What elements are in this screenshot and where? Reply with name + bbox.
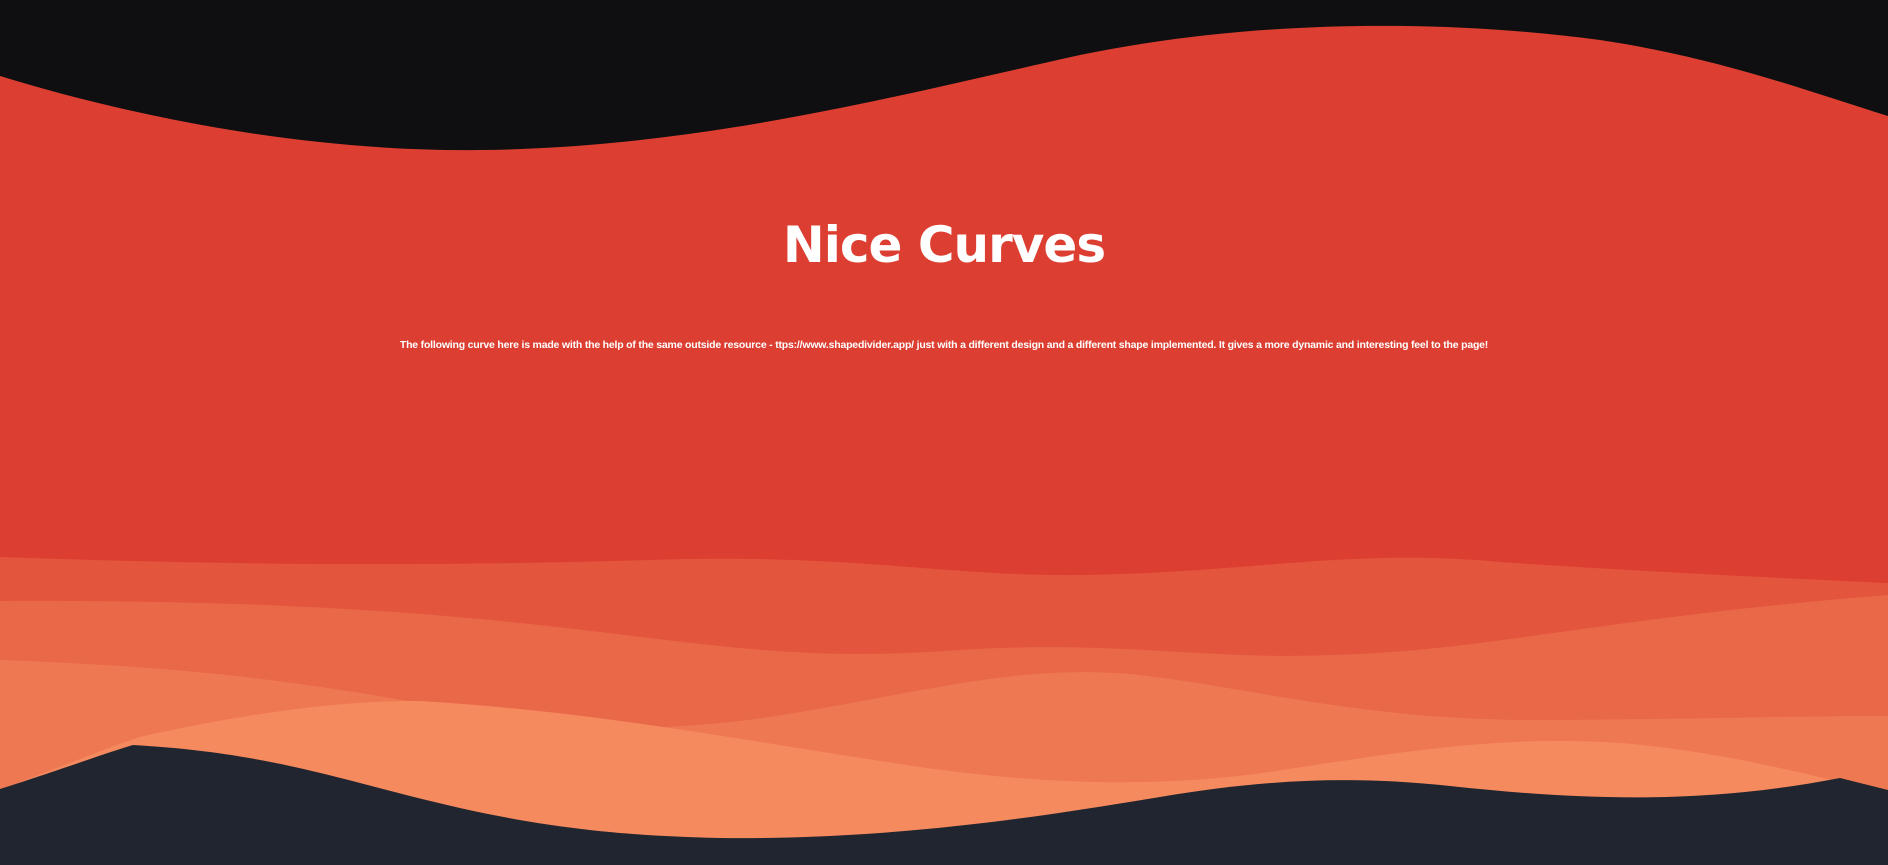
hero-description: The following curve here is made with th… — [399, 339, 1489, 351]
curves-background — [0, 0, 1888, 865]
page-title: Nice Curves — [782, 216, 1106, 274]
curves-section: Nice Curves The following curve here is … — [0, 0, 1888, 865]
